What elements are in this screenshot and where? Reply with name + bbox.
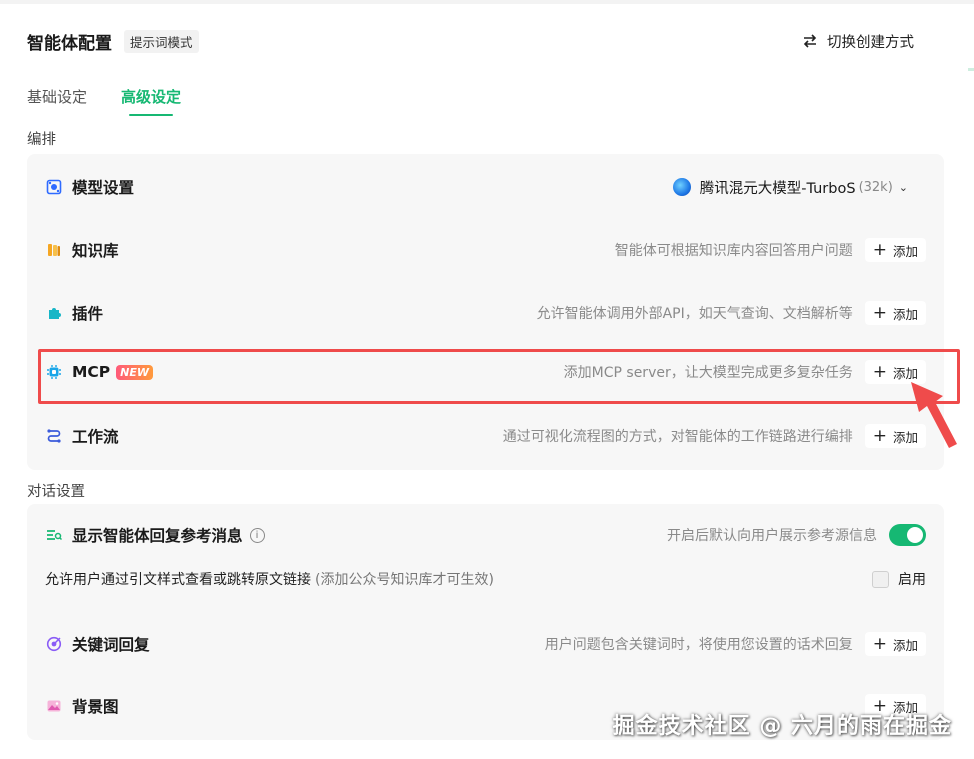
annotation-arrow-icon — [911, 382, 957, 448]
puzzle-icon — [45, 304, 63, 322]
books-icon — [45, 241, 63, 259]
citation-option-note: (添加公众号知识库才可生效) — [315, 572, 494, 588]
plus-icon: + — [872, 239, 887, 260]
page-header: 智能体配置 提示词模式 切换创建方式 — [27, 28, 914, 54]
add-keyword-reply-button[interactable]: + 添加 — [864, 632, 926, 656]
citation-enable-checkbox[interactable] — [872, 570, 889, 588]
knowledge-base-desc: 智能体可根据知识库内容回答用户问题 — [614, 243, 853, 259]
section-label-dialog: 对话设置 — [27, 484, 85, 500]
image-icon — [45, 697, 63, 715]
add-label: 添加 — [892, 306, 918, 322]
selected-model-name: 腾讯混元大模型-TurboS — [699, 180, 856, 197]
switch-create-mode-label: 切换创建方式 — [827, 34, 914, 51]
plus-icon: + — [872, 425, 887, 446]
citation-enable-control: 启用 — [872, 569, 926, 589]
watermark: 掘金技术社区 @ 六月的雨在掘金 — [612, 714, 952, 739]
mode-badge: 提示词模式 — [124, 29, 199, 53]
model-select[interactable]: 腾讯混元大模型-TurboS (32k) ⌄ — [672, 177, 908, 198]
keyword-reply-row: 关键词回复 用户问题包含关键词时，将使用您设置的话术回复 + 添加 — [45, 627, 926, 661]
keyword-reply-desc: 用户问题包含关键词时，将使用您设置的话术回复 — [544, 637, 853, 653]
knowledge-base-row: 知识库 智能体可根据知识库内容回答用户问题 + 添加 — [45, 233, 926, 267]
dialog-panel: 显示智能体回复参考消息 i 开启后默认向用户展示参考源信息 允许用户通过引文样式… — [27, 504, 944, 740]
workflow-desc: 通过可视化流程图的方式，对智能体的工作链路进行编排 — [502, 429, 853, 445]
top-divider — [0, 0, 974, 4]
add-label: 添加 — [892, 637, 918, 653]
workflow-icon — [45, 427, 63, 445]
model-icon — [45, 178, 63, 196]
add-plugin-button[interactable]: + 添加 — [864, 301, 926, 325]
swap-icon — [803, 34, 817, 48]
reference-message-title: 显示智能体回复参考消息 — [72, 527, 243, 545]
settings-tabs: 基础设定 高级设定 — [27, 86, 215, 116]
plus-icon: + — [872, 302, 887, 323]
citation-enable-label: 启用 — [898, 572, 926, 588]
add-knowledge-base-button[interactable]: + 添加 — [864, 238, 926, 262]
switch-create-mode-button[interactable]: 切换创建方式 — [803, 31, 914, 52]
plugin-desc: 允许智能体调用外部API，如天气查询、文档解析等 — [536, 306, 853, 322]
plus-icon: + — [872, 633, 887, 654]
info-icon[interactable]: i — [249, 527, 265, 543]
model-settings-row: 模型设置 腾讯混元大模型-TurboS (32k) ⌄ — [45, 170, 926, 204]
mcp-highlight-box — [38, 349, 960, 404]
background-image-title: 背景图 — [72, 698, 119, 716]
section-label-arrange: 编排 — [27, 132, 56, 148]
workflow-title: 工作流 — [72, 428, 119, 446]
plugin-row: 插件 允许智能体调用外部API，如天气查询、文档解析等 + 添加 — [45, 296, 926, 330]
citation-option-text: 允许用户通过引文样式查看或跳转原文链接 — [45, 572, 311, 588]
model-context-size: (32k) — [858, 179, 893, 195]
tab-advanced-settings[interactable]: 高级设定 — [121, 86, 181, 116]
chevron-down-icon: ⌄ — [898, 180, 908, 194]
reference-message-row: 显示智能体回复参考消息 i 开启后默认向用户展示参考源信息 — [45, 518, 926, 552]
reference-message-toggle[interactable] — [889, 524, 926, 546]
keyword-reply-title: 关键词回复 — [72, 636, 150, 654]
target-icon — [45, 635, 63, 653]
knowledge-base-title: 知识库 — [72, 242, 119, 260]
hunyuan-logo-icon — [672, 178, 691, 196]
model-settings-title: 模型设置 — [72, 179, 135, 197]
scroll-indicator — [968, 68, 974, 71]
arrange-panel: 模型设置 腾讯混元大模型-TurboS (32k) ⌄ 知识库 智能体可根据知识… — [27, 154, 944, 470]
add-label: 添加 — [892, 243, 918, 259]
plugin-title: 插件 — [72, 305, 104, 323]
reference-list-icon — [45, 526, 63, 544]
tab-basic-settings[interactable]: 基础设定 — [27, 86, 87, 114]
page-title: 智能体配置 — [27, 33, 112, 54]
workflow-row: 工作流 通过可视化流程图的方式，对智能体的工作链路进行编排 + 添加 — [45, 419, 926, 453]
reference-message-desc: 开启后默认向用户展示参考源信息 — [667, 528, 877, 544]
citation-option-row: 允许用户通过引文样式查看或跳转原文链接 (添加公众号知识库才可生效) 启用 — [45, 566, 926, 592]
